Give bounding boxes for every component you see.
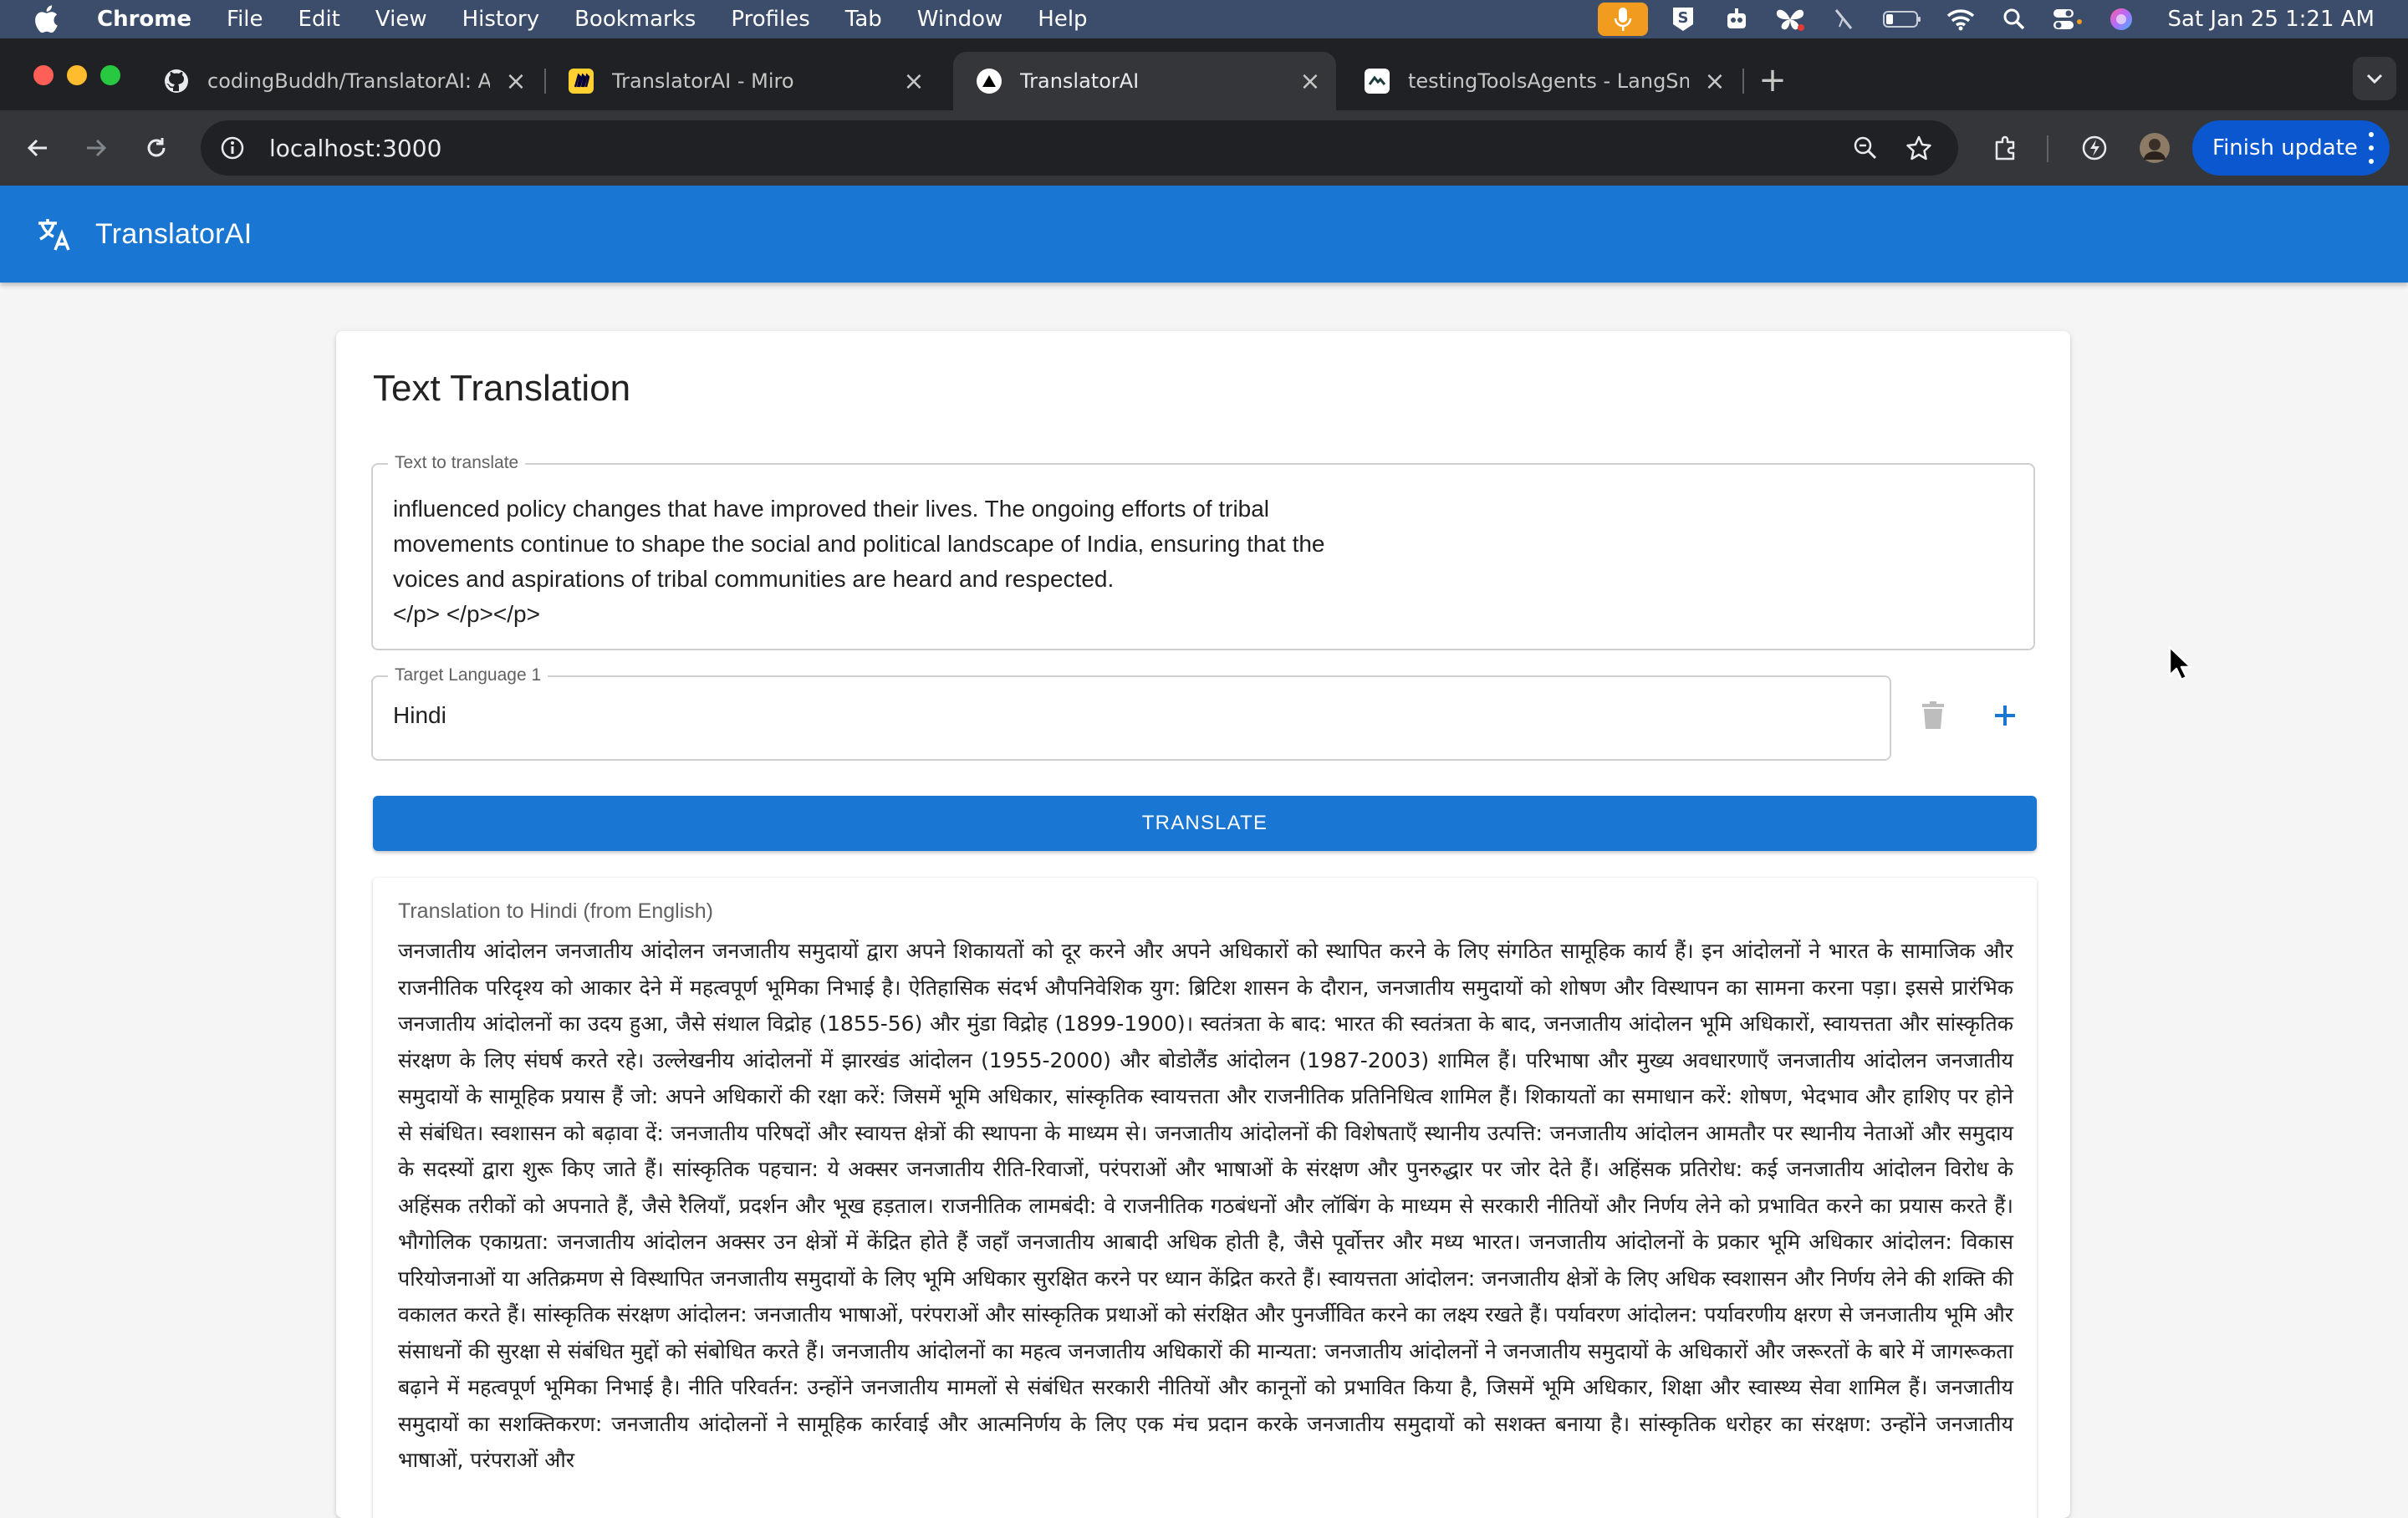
github-icon xyxy=(164,69,189,94)
translation-result-panel: Translation to Hindi (from English) जनजा… xyxy=(373,878,2037,1518)
mouse-cursor-icon xyxy=(2167,645,2192,685)
svg-text:S: S xyxy=(1677,9,1688,27)
menubar-clock[interactable]: Sat Jan 25 1:21 AM xyxy=(2168,7,2375,32)
window-zoom-button[interactable] xyxy=(100,65,120,85)
slash-icon[interactable] xyxy=(1825,0,1862,38)
close-tab-icon[interactable]: × xyxy=(503,67,528,96)
finish-update-button[interactable]: Finish update xyxy=(2192,120,2390,176)
menu-file[interactable]: File xyxy=(227,7,263,32)
tab-title: TranslatorAI - Miro xyxy=(612,69,794,93)
tab-github[interactable]: codingBuddh/TranslatorAI: A × xyxy=(140,52,542,110)
langsmith-icon xyxy=(1365,69,1390,94)
menu-window[interactable]: Window xyxy=(917,7,1003,32)
result-title: Translation to Hindi (from English) xyxy=(398,899,713,923)
translate-button[interactable]: TRANSLATE xyxy=(373,796,2037,851)
zoom-icon[interactable] xyxy=(1848,130,1883,166)
app-header: TranslatorAI xyxy=(0,186,2408,283)
bookmark-star-icon[interactable] xyxy=(1901,130,1936,166)
forward-button[interactable] xyxy=(77,129,115,167)
menu-profiles[interactable]: Profiles xyxy=(731,7,809,32)
macos-menu-bar: Chrome File Edit View History Bookmarks … xyxy=(0,0,2408,38)
tab-title: testingToolsAgents - LangSm xyxy=(1408,69,1689,93)
tab-title: TranslatorAI xyxy=(1020,69,1140,93)
robot-icon[interactable] xyxy=(1718,0,1755,38)
extensions-icon[interactable] xyxy=(1988,130,2023,166)
toolbar-divider xyxy=(2047,135,2048,162)
app-title: TranslatorAI xyxy=(95,217,253,250)
control-center-icon[interactable] xyxy=(2049,0,2086,38)
plus-icon xyxy=(1992,703,2018,731)
tab-miro[interactable]: TranslatorAI - Miro × xyxy=(545,52,940,110)
menu-help[interactable]: Help xyxy=(1038,7,1087,32)
performance-icon[interactable] xyxy=(2077,130,2112,166)
close-tab-icon[interactable]: × xyxy=(901,67,926,96)
profile-avatar[interactable] xyxy=(2137,130,2172,166)
target-language-field[interactable]: Target Language 1 Hindi xyxy=(371,665,1891,761)
chrome-toolbar: localhost:3000 Finish update xyxy=(0,110,2408,186)
target-language-input[interactable]: Hindi xyxy=(393,702,446,729)
tab-langsmith[interactable]: testingToolsAgents - LangSm × xyxy=(1341,52,1741,110)
spotlight-search-icon[interactable] xyxy=(1996,0,2033,38)
add-language-button[interactable] xyxy=(1980,692,2030,742)
target-language-label: Target Language 1 xyxy=(388,665,548,685)
apple-icon[interactable] xyxy=(33,5,59,33)
tab-translatorai[interactable]: TranslatorAI × xyxy=(953,52,1336,110)
menu-app-chrome[interactable]: Chrome xyxy=(97,7,191,32)
chrome-tab-strip: codingBuddh/TranslatorAI: A × Translator… xyxy=(0,38,2408,110)
microphone-icon[interactable] xyxy=(1597,3,1648,36)
s-badge-icon[interactable]: S xyxy=(1665,0,1701,38)
window-close-button[interactable] xyxy=(33,65,54,85)
menu-history[interactable]: History xyxy=(462,7,540,32)
delete-language-button[interactable] xyxy=(1908,692,1958,742)
menu-bookmarks[interactable]: Bookmarks xyxy=(574,7,696,32)
window-minimize-button[interactable] xyxy=(67,65,87,85)
vercel-icon xyxy=(977,69,1002,94)
miro-icon xyxy=(569,69,594,94)
reload-button[interactable] xyxy=(137,129,176,167)
tab-title: codingBuddh/TranslatorAI: A xyxy=(207,69,490,93)
tab-separator xyxy=(1742,69,1744,94)
source-textarea[interactable]: influenced policy changes that have impr… xyxy=(393,492,1982,632)
close-tab-icon[interactable]: × xyxy=(1298,67,1323,96)
translate-icon xyxy=(35,215,74,253)
menu-view[interactable]: View xyxy=(375,7,427,32)
site-info-icon[interactable] xyxy=(216,131,249,165)
siri-icon[interactable] xyxy=(2103,0,2140,38)
result-text: जनजातीय आंदोलन जनजातीय आंदोलन जनजातीय सम… xyxy=(398,939,2013,1472)
translation-card: Text Translation Text to translate influ… xyxy=(336,331,2070,1518)
butterfly-icon[interactable] xyxy=(1772,0,1809,38)
trash-icon xyxy=(1921,701,1945,733)
url-text[interactable]: localhost:3000 xyxy=(269,135,441,162)
menu-edit[interactable]: Edit xyxy=(298,7,340,32)
new-tab-button[interactable]: + xyxy=(1754,61,1791,99)
menu-tab[interactable]: Tab xyxy=(845,7,882,32)
more-options-icon[interactable] xyxy=(2368,132,2375,164)
battery-icon[interactable] xyxy=(1879,0,1926,38)
wifi-icon[interactable] xyxy=(1942,0,1979,38)
address-bar[interactable]: localhost:3000 xyxy=(201,120,1958,176)
close-tab-icon[interactable]: × xyxy=(1702,67,1727,96)
tab-search-button[interactable] xyxy=(2353,57,2396,100)
finish-update-label: Finish update xyxy=(2212,135,2358,160)
back-button[interactable] xyxy=(18,129,57,167)
page-title: Text Translation xyxy=(373,368,631,409)
source-text-label: Text to translate xyxy=(388,453,526,473)
source-text-field[interactable]: Text to translate influenced policy chan… xyxy=(371,453,2035,650)
